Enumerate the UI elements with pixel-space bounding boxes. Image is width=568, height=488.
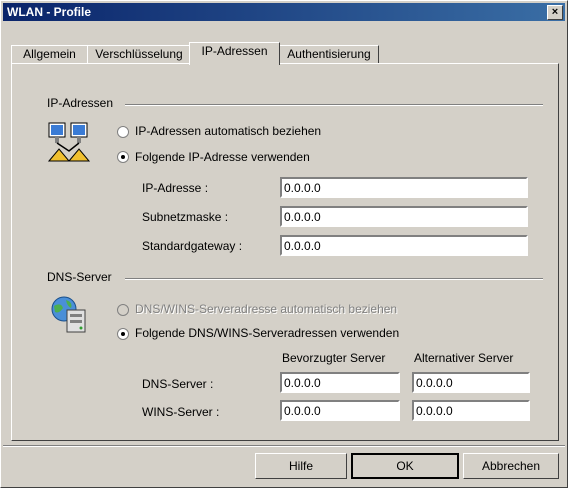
dns-group-label: DNS-Server [47, 270, 112, 284]
tab-ip-adressen[interactable]: IP-Adressen [189, 42, 280, 65]
dns-manual-label[interactable]: Folgende DNS/WINS-Serveradressen verwend… [135, 326, 399, 340]
ip-manual-radio[interactable] [117, 151, 129, 163]
window-title: WLAN - Profile [7, 5, 91, 19]
tab-verschluesselung[interactable]: Verschlüsselung [87, 45, 191, 64]
profile-dialog: WLAN - Profile × Allgemein Verschlüsselu… [0, 0, 568, 488]
ip-auto-radio[interactable] [117, 126, 129, 138]
title-bar[interactable]: WLAN - Profile × [3, 3, 565, 21]
network-computers-icon [47, 122, 91, 162]
radio-dot [121, 155, 125, 159]
ip-address-label: IP-Adresse : [142, 181, 209, 195]
ok-button[interactable]: OK [351, 453, 459, 479]
ip-auto-label[interactable]: IP-Adressen automatisch beziehen [135, 124, 321, 138]
radio-dot [121, 332, 125, 336]
subnet-mask-label: Subnetzmaske : [142, 210, 229, 224]
dns-group-divider [125, 278, 543, 280]
dns-preferred-input[interactable] [280, 372, 400, 393]
ip-group-divider [125, 104, 543, 106]
ip-group-label: IP-Adressen [47, 96, 114, 110]
close-button[interactable]: × [547, 5, 563, 20]
wins-alternate-input[interactable] [412, 400, 530, 421]
tab-allgemein[interactable]: Allgemein [11, 45, 88, 64]
preferred-server-header: Bevorzugter Server [282, 351, 386, 365]
server-globe-icon [51, 296, 86, 333]
gateway-label: Standardgateway : [142, 239, 243, 253]
help-button[interactable]: Hilfe [255, 453, 347, 479]
ip-manual-label[interactable]: Folgende IP-Adresse verwenden [135, 150, 310, 164]
dns-auto-label[interactable]: DNS/WINS-Serveradresse automatisch bezie… [135, 302, 397, 316]
alternate-server-header: Alternativer Server [414, 351, 514, 365]
footer-separator [3, 445, 565, 447]
subnet-mask-input[interactable] [280, 206, 528, 227]
dns-server-label: DNS-Server : [142, 377, 214, 391]
cancel-button[interactable]: Abbrechen [463, 453, 559, 479]
dns-auto-radio[interactable] [117, 304, 129, 316]
dns-alternate-input[interactable] [412, 372, 530, 393]
ip-address-input[interactable] [280, 177, 528, 198]
wins-preferred-input[interactable] [280, 400, 400, 421]
gateway-input[interactable] [280, 235, 528, 256]
dns-manual-radio[interactable] [117, 328, 129, 340]
tab-authentisierung[interactable]: Authentisierung [279, 45, 379, 64]
wins-server-label: WINS-Server : [142, 405, 220, 419]
